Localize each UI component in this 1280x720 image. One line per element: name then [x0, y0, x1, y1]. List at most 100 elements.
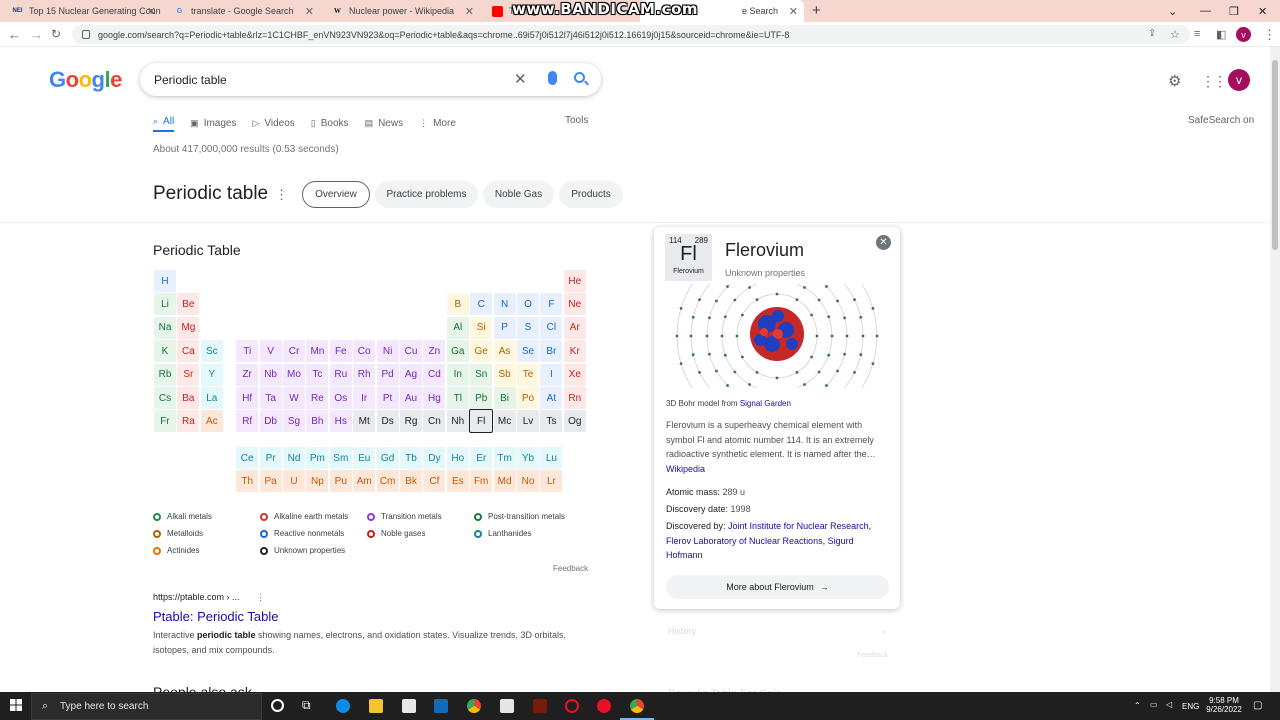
- element-cell-pa[interactable]: Pa: [259, 470, 282, 492]
- element-cell-np[interactable]: Np: [306, 470, 329, 492]
- google-account-avatar[interactable]: v: [1228, 69, 1250, 91]
- search-icon[interactable]: [574, 72, 585, 83]
- close-tab-icon[interactable]: ✕: [305, 5, 314, 18]
- tab-more[interactable]: ⋮ More: [419, 114, 456, 132]
- element-cell-tl[interactable]: Tl: [446, 387, 469, 409]
- element-cell-ne[interactable]: Ne: [563, 293, 586, 316]
- chrome-active-icon[interactable]: [630, 699, 644, 713]
- card-feedback-link[interactable]: Feedback: [857, 652, 888, 659]
- element-cell-zr[interactable]: Zr: [236, 363, 259, 386]
- element-cell-p[interactable]: P: [493, 316, 516, 339]
- gear-icon[interactable]: ⚙: [1168, 72, 1181, 90]
- element-cell-sg[interactable]: Sg: [283, 410, 305, 433]
- element-cell-ba[interactable]: Ba: [177, 387, 200, 409]
- element-cell-br[interactable]: Br: [540, 340, 563, 363]
- element-cell-eu[interactable]: Eu: [353, 447, 376, 469]
- element-cell-he[interactable]: He: [563, 270, 586, 292]
- element-cell-kr[interactable]: Kr: [563, 340, 586, 363]
- browser-menu-icon[interactable]: ⋮: [1263, 27, 1276, 43]
- element-cell-w[interactable]: W: [283, 387, 305, 409]
- element-cell-hg[interactable]: Hg: [423, 387, 446, 409]
- element-cell-tb[interactable]: Tb: [400, 447, 422, 469]
- chip-products[interactable]: Products: [559, 181, 623, 208]
- profile-avatar[interactable]: v: [1236, 27, 1251, 42]
- element-cell-cs[interactable]: Cs: [154, 387, 176, 409]
- chip-overview[interactable]: Overview: [302, 181, 370, 208]
- element-cell-v[interactable]: V: [259, 340, 282, 363]
- element-cell-pt[interactable]: Pt: [376, 387, 399, 409]
- element-cell-db[interactable]: Db: [259, 410, 282, 433]
- element-cell-nb[interactable]: Nb: [259, 363, 282, 386]
- element-cell-bk[interactable]: Bk: [400, 470, 422, 492]
- element-cell-ga[interactable]: Ga: [446, 340, 469, 363]
- element-cell-am[interactable]: Am: [353, 470, 376, 492]
- close-tab-icon[interactable]: ✕: [789, 5, 798, 18]
- restore-icon[interactable]: ❐: [1229, 0, 1239, 22]
- element-cell-c[interactable]: C: [470, 293, 493, 316]
- tab-videos[interactable]: ▷ Videos: [252, 114, 294, 132]
- element-cell-lv[interactable]: Lv: [517, 410, 539, 433]
- element-cell-pd[interactable]: Pd: [376, 363, 399, 386]
- element-cell-ce[interactable]: Ce: [236, 447, 259, 469]
- scrollbar-thumb[interactable]: [1272, 60, 1278, 250]
- element-cell-ge[interactable]: Ge: [470, 340, 493, 363]
- element-cell-xe[interactable]: Xe: [563, 363, 586, 386]
- new-tab-button[interactable]: +: [812, 2, 821, 19]
- element-cell-ca[interactable]: Ca: [177, 340, 200, 363]
- element-cell-og[interactable]: Og: [563, 410, 586, 433]
- element-cell-cf[interactable]: Cf: [423, 470, 446, 492]
- element-cell-rg[interactable]: Rg: [400, 410, 422, 433]
- element-cell-mc[interactable]: Mc: [493, 410, 516, 433]
- clear-search-icon[interactable]: ✕: [514, 70, 527, 88]
- element-cell-mn[interactable]: Mn: [306, 340, 329, 363]
- element-cell-bi[interactable]: Bi: [493, 387, 516, 409]
- element-cell-se[interactable]: Se: [517, 340, 539, 363]
- clock[interactable]: 9:58 PM 9/26/2022: [1206, 696, 1242, 714]
- element-cell-po[interactable]: Po: [517, 387, 539, 409]
- tray-chevron-icon[interactable]: ⌃: [1134, 701, 1141, 710]
- element-cell-nd[interactable]: Nd: [283, 447, 305, 469]
- element-cell-yb[interactable]: Yb: [517, 447, 539, 469]
- element-cell-th[interactable]: Th: [236, 470, 259, 492]
- element-cell-la[interactable]: La: [200, 387, 223, 409]
- legend-label[interactable]: Unknown properties: [274, 546, 345, 555]
- forward-icon[interactable]: →: [30, 27, 43, 42]
- element-cell-ts[interactable]: Ts: [540, 410, 563, 433]
- element-cell-sb[interactable]: Sb: [493, 363, 516, 386]
- google-logo[interactable]: Google: [49, 67, 122, 93]
- element-cell-k[interactable]: K: [154, 340, 176, 363]
- close-card-icon[interactable]: ✕: [876, 235, 891, 250]
- element-cell-sn[interactable]: Sn: [470, 363, 493, 386]
- element-cell-y[interactable]: Y: [200, 363, 223, 386]
- element-cell-lr[interactable]: Lr: [540, 470, 563, 492]
- element-cell-o[interactable]: O: [517, 293, 539, 316]
- element-cell-rf[interactable]: Rf: [236, 410, 259, 433]
- element-cell-pu[interactable]: Pu: [329, 470, 352, 492]
- chrome-icon[interactable]: [467, 699, 481, 713]
- element-cell-sc[interactable]: Sc: [200, 340, 223, 363]
- minimize-icon[interactable]: —: [1200, 0, 1211, 22]
- element-cell-rh[interactable]: Rh: [353, 363, 376, 386]
- discoverer-link[interactable]: Flerov Laboratory of Nuclear Reactions: [666, 536, 823, 546]
- element-cell-ir[interactable]: Ir: [353, 387, 376, 409]
- side-panel-icon[interactable]: ◧: [1216, 28, 1226, 41]
- element-cell-fm[interactable]: Fm: [470, 470, 493, 492]
- file-explorer-icon[interactable]: [369, 699, 383, 713]
- legend-label[interactable]: Noble gases: [381, 529, 425, 538]
- close-tab-icon[interactable]: ✕: [147, 5, 156, 18]
- bohr-model-image[interactable]: [672, 284, 882, 388]
- element-cell-ho[interactable]: Ho: [446, 447, 469, 469]
- opera-icon[interactable]: [565, 699, 579, 713]
- element-cell-sr[interactable]: Sr: [177, 363, 200, 386]
- element-cell-pb[interactable]: Pb: [470, 387, 493, 409]
- element-cell-rb[interactable]: Rb: [154, 363, 176, 386]
- element-cell-cl[interactable]: Cl: [540, 316, 563, 339]
- element-cell-ta[interactable]: Ta: [259, 387, 282, 409]
- element-cell-pr[interactable]: Pr: [259, 447, 282, 469]
- browser-tab-3[interactable]: W Nuclear power - Wikipedia ✕: [320, 0, 480, 22]
- element-cell-be[interactable]: Be: [177, 293, 200, 316]
- element-cell-cm[interactable]: Cm: [376, 470, 399, 492]
- element-cell-co[interactable]: Co: [353, 340, 376, 363]
- element-cell-re[interactable]: Re: [306, 387, 329, 409]
- element-cell-no[interactable]: No: [517, 470, 539, 492]
